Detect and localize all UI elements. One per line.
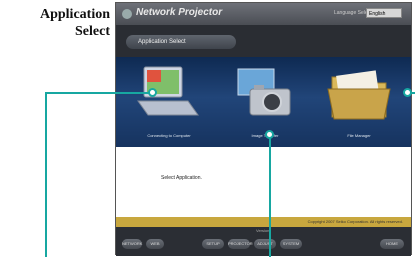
- app-caption: Connecting to Computer: [147, 133, 191, 138]
- logo-icon: [122, 9, 132, 19]
- app-file-manager[interactable]: File Manager: [314, 57, 404, 147]
- callout-dot-camera: [265, 130, 274, 139]
- toolbar-button[interactable]: SETUP: [202, 239, 224, 249]
- bottom-toolbar: Version NETWORK WEB SETUP PROJECTOR ADJU…: [116, 227, 411, 256]
- prompt-text: Select Application.: [161, 175, 202, 181]
- app-connecting-to-computer[interactable]: Connecting to Computer: [124, 57, 214, 147]
- toolbar-button[interactable]: WEB: [146, 239, 164, 249]
- callout-dot-laptop: [148, 88, 157, 97]
- title-bar: Network Projector Language Select Englis…: [116, 3, 411, 25]
- toolbar-button[interactable]: ADJUST: [254, 239, 276, 249]
- camera-icon: [237, 68, 291, 116]
- doc-heading: Application Select: [2, 6, 110, 40]
- callout-dot-folder: [403, 88, 412, 97]
- application-band: Connecting to Computer Image Transfer Fi…: [116, 57, 411, 147]
- copyright-text: Copyright 2007 Seiko Corporation. All ri…: [307, 219, 403, 224]
- callout-line-camera: [269, 136, 271, 257]
- doc-heading-line2: Select: [75, 24, 110, 39]
- toolbar-button[interactable]: HOME: [380, 239, 404, 249]
- callout-line-laptop-h: [45, 92, 152, 94]
- folder-icon: [327, 70, 391, 120]
- tab-application-select[interactable]: Application Select: [126, 35, 236, 49]
- version-label: Version: [256, 228, 270, 233]
- app-title: Network Projector: [136, 7, 223, 18]
- toolbar-button[interactable]: PROJECTOR: [228, 239, 253, 249]
- language-select[interactable]: English: [366, 8, 402, 18]
- tab-bar: Application Select: [116, 25, 411, 57]
- app-caption: File Manager: [347, 133, 371, 138]
- callout-line-laptop: [45, 92, 47, 257]
- toolbar-button[interactable]: SYSTEM: [280, 239, 302, 249]
- toolbar-button[interactable]: NETWORK: [122, 239, 142, 249]
- laptop-icon: [137, 66, 199, 116]
- footer-strip: Copyright 2007 Seiko Corporation. All ri…: [116, 217, 411, 227]
- projector-window: Network Projector Language Select Englis…: [115, 2, 412, 256]
- doc-heading-line1: Application: [39, 7, 110, 22]
- message-area: Select Application.: [116, 147, 411, 217]
